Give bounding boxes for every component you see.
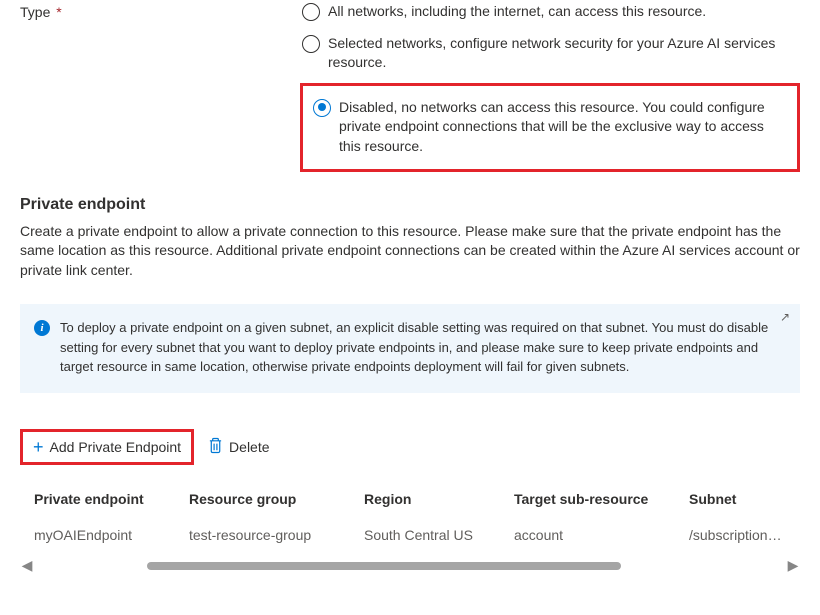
radio-option-all-networks[interactable]: All networks, including the internet, ca… <box>300 0 800 24</box>
table-row[interactable]: myOAIEndpoint test-resource-group South … <box>20 517 800 553</box>
add-private-endpoint-button[interactable]: + Add Private Endpoint <box>20 429 194 465</box>
cell-subnet: /subscriptions/XXXX- <box>689 527 786 543</box>
cell-target: account <box>514 527 689 543</box>
scroll-right-arrow-icon[interactable]: ▶ <box>786 557 800 574</box>
network-type-radio-group: All networks, including the internet, ca… <box>300 0 800 172</box>
plus-icon: + <box>33 438 44 456</box>
col-header-resource-group[interactable]: Resource group <box>189 491 364 507</box>
info-banner: i To deploy a private endpoint on a give… <box>20 304 800 393</box>
scroll-thumb[interactable] <box>147 562 621 570</box>
info-text: To deploy a private endpoint on a given … <box>60 318 782 377</box>
private-endpoint-heading: Private endpoint <box>20 196 800 214</box>
delete-button-label: Delete <box>229 439 269 455</box>
scroll-left-arrow-icon[interactable]: ◀ <box>20 557 34 574</box>
type-field-row: Type * All networks, including the inter… <box>20 0 800 172</box>
private-endpoint-description: Create a private endpoint to allow a pri… <box>20 222 800 281</box>
trash-icon <box>208 437 223 457</box>
radio-label-disabled: Disabled, no networks can access this re… <box>339 98 787 157</box>
radio-label-all: All networks, including the internet, ca… <box>328 2 798 22</box>
cell-resource-group: test-resource-group <box>189 527 364 543</box>
cell-private-endpoint: myOAIEndpoint <box>34 527 189 543</box>
type-label: Type * <box>20 0 300 20</box>
radio-circle-icon <box>302 35 320 53</box>
required-indicator: * <box>56 4 61 20</box>
col-header-private-endpoint[interactable]: Private endpoint <box>34 491 189 507</box>
type-label-text: Type <box>20 4 50 20</box>
radio-label-selected: Selected networks, configure network sec… <box>328 34 798 73</box>
col-header-region[interactable]: Region <box>364 491 514 507</box>
table-header-row: Private endpoint Resource group Region T… <box>20 481 800 517</box>
add-button-label: Add Private Endpoint <box>50 439 182 455</box>
radio-option-disabled[interactable]: Disabled, no networks can access this re… <box>300 83 800 172</box>
delete-button[interactable]: Delete <box>200 433 277 461</box>
scroll-track[interactable] <box>34 562 786 570</box>
private-endpoint-table: Private endpoint Resource group Region T… <box>20 481 800 553</box>
external-link-icon[interactable]: ↗ <box>780 310 790 324</box>
col-header-subnet[interactable]: Subnet <box>689 491 786 507</box>
private-endpoint-toolbar: + Add Private Endpoint Delete <box>20 429 800 465</box>
horizontal-scrollbar[interactable]: ◀ ▶ <box>20 557 800 575</box>
radio-option-selected-networks[interactable]: Selected networks, configure network sec… <box>300 32 800 75</box>
radio-circle-icon <box>302 3 320 21</box>
cell-region: South Central US <box>364 527 514 543</box>
col-header-target[interactable]: Target sub-resource <box>514 491 689 507</box>
radio-circle-selected-icon <box>313 99 331 117</box>
info-icon: i <box>34 320 50 336</box>
